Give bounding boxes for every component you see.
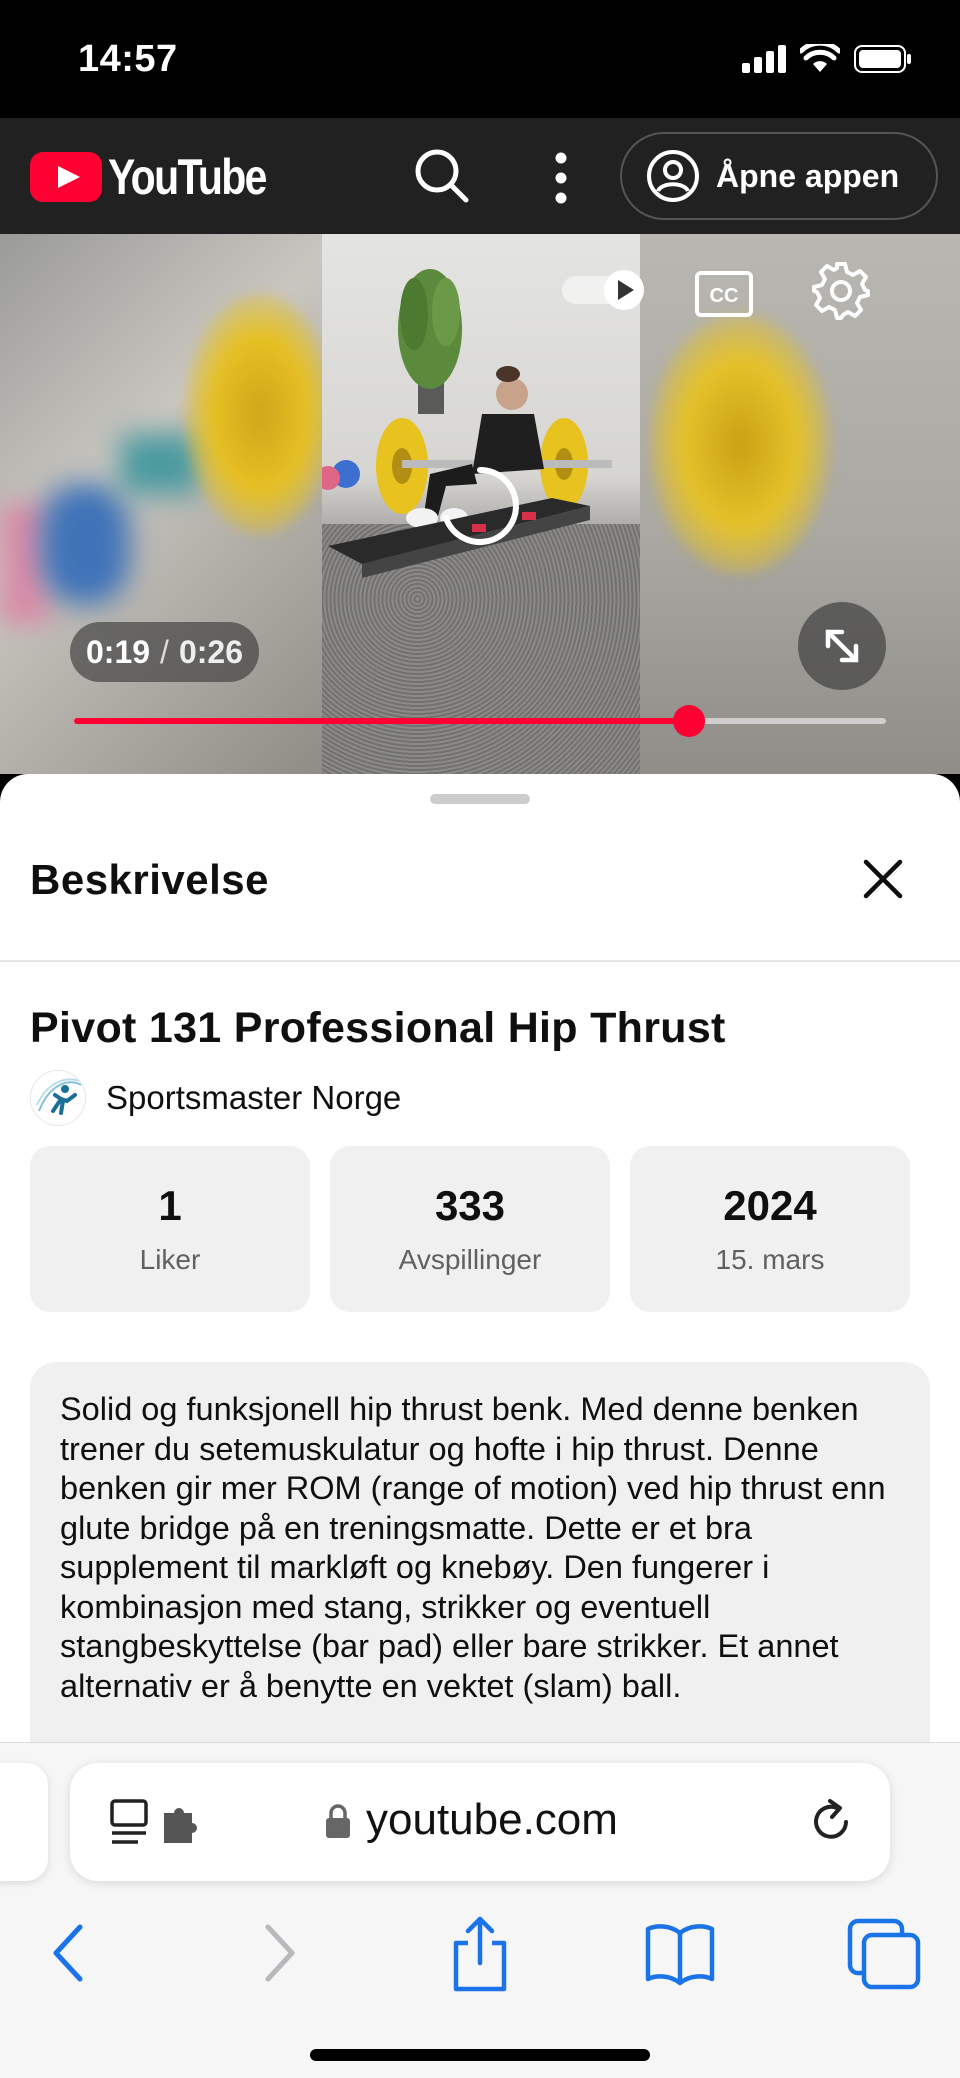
progress-bar[interactable] <box>74 705 886 737</box>
more-vert-icon[interactable] <box>548 150 574 206</box>
extension-icon <box>164 1808 197 1843</box>
account-circle-icon <box>647 150 699 202</box>
video-player[interactable]: CC 0:19 / 0:26 <box>0 234 960 774</box>
duration: 0:26 <box>178 633 243 670</box>
channel-name: Sportsmaster Norge <box>106 1079 402 1116</box>
likes-stat: 1 Liker <box>30 1146 310 1312</box>
signal-icon <box>742 45 786 73</box>
stats-row: 1 Liker 333 Avspillinger 2024 15. mars <box>30 1146 910 1312</box>
bookmarks-icon[interactable] <box>640 1913 720 1993</box>
youtube-logo[interactable]: YouTube <box>30 148 300 206</box>
stat-value: 2024 <box>723 1182 817 1229</box>
forward-icon[interactable] <box>238 1913 318 1993</box>
panel-heading: Beskrivelse <box>30 856 270 903</box>
youtube-logo-text: YouTube <box>108 149 267 205</box>
stat-value: 1 <box>158 1182 182 1229</box>
stat-value: 333 <box>434 1182 506 1229</box>
views-stat: 333 Avspillinger <box>330 1146 610 1312</box>
lock-icon <box>326 1804 350 1838</box>
address-bar[interactable]: youtube.com <box>70 1763 890 1881</box>
url-text: youtube.com <box>366 1795 618 1844</box>
reader-icon[interactable] <box>108 1799 208 1847</box>
channel-link[interactable]: Sportsmaster Norge <box>30 1070 401 1126</box>
svg-text:CC: CC <box>710 285 739 307</box>
status-icons <box>742 44 912 74</box>
time-separator: / <box>160 633 169 670</box>
video-blur-plate <box>185 294 335 534</box>
cc-icon[interactable]: CC <box>694 270 754 318</box>
video-title: Pivot 131 Professional Hip Thrust <box>30 1004 726 1052</box>
time-display: 0:19 / 0:26 <box>70 622 259 682</box>
settings-icon[interactable] <box>810 260 872 322</box>
search-icon[interactable] <box>412 146 472 206</box>
progress-scrubber[interactable] <box>672 705 705 737</box>
share-icon[interactable] <box>440 1913 520 1993</box>
video-blur-plate <box>650 314 830 574</box>
description-text: Solid og funksjonell hip thrust benk. Me… <box>30 1362 930 1742</box>
status-bar: 14:57 <box>0 0 960 118</box>
wifi-icon <box>800 44 840 72</box>
stat-label: Avspillinger <box>398 1244 542 1275</box>
close-icon[interactable] <box>856 852 910 906</box>
fullscreen-button[interactable] <box>798 602 886 690</box>
autoplay-toggle-icon[interactable] <box>562 270 648 310</box>
status-time: 14:57 <box>78 38 178 80</box>
fullscreen-icon <box>825 629 859 663</box>
sheet-drag-handle[interactable] <box>430 794 530 804</box>
home-indicator <box>310 2049 650 2061</box>
previous-tab-peek[interactable] <box>0 1763 48 1881</box>
open-app-label: Åpne appen <box>716 157 900 194</box>
battery-icon <box>854 45 911 73</box>
back-icon[interactable] <box>30 1913 110 1993</box>
youtube-header: YouTube Åpne appen <box>0 118 960 234</box>
current-time: 0:19 <box>86 633 151 670</box>
open-app-button[interactable]: Åpne appen <box>620 132 938 220</box>
description-panel: Beskrivelse Pivot 131 Professional Hip T… <box>0 774 960 1742</box>
channel-logo-icon <box>36 1078 82 1115</box>
divider <box>0 960 960 962</box>
loading-icon <box>443 467 519 545</box>
browser-nav <box>0 1903 960 2003</box>
stat-label: Liker <box>139 1244 201 1275</box>
reload-icon[interactable] <box>806 1797 856 1847</box>
avatar <box>30 1070 86 1126</box>
date-stat: 2024 15. mars <box>630 1146 910 1312</box>
youtube-play-logo-icon <box>30 152 102 202</box>
progress-fill <box>74 718 689 724</box>
video-blur-shape <box>40 484 130 604</box>
browser-toolbar: youtube.com <box>0 1742 960 2078</box>
tabs-icon[interactable] <box>844 1913 924 1993</box>
stat-label: 15. mars <box>715 1244 825 1275</box>
